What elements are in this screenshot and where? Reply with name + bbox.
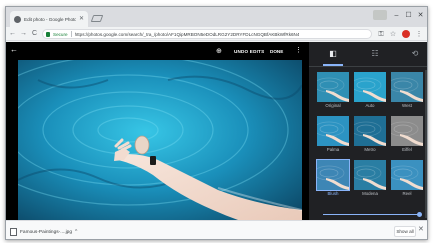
editor-back-icon[interactable]: ← [10,46,18,54]
download-file-name: Famous-Paintings-....jpg [20,229,72,235]
maximize-button[interactable]: ☐ [403,10,414,21]
extension-icon[interactable] [402,30,410,38]
filter-thumbnail [391,116,423,146]
filter-thumbnail [316,159,350,191]
url-text[interactable]: https://photos.google.com/search/_tra_/p… [75,32,300,37]
key-icon[interactable]: ⚿ [376,29,386,39]
profile-button[interactable] [373,10,387,20]
tab-close-icon[interactable]: ✕ [79,16,84,22]
filter-label: Metro [364,147,376,152]
browser-menu-icon[interactable]: ⋮ [414,29,424,39]
filter-label: Eiffel [402,147,412,152]
browser-window: Edit photo - Google Photos ✕ – ☐ ✕ ← → C… [5,6,428,240]
done-button[interactable]: DONE [270,49,283,54]
browser-tab[interactable]: Edit photo - Google Photos ✕ [10,11,88,27]
bookmark-star-icon[interactable]: ☆ [388,29,398,39]
download-item[interactable]: Famous-Paintings-....jpg ^ [10,226,90,238]
filter-tile-metro[interactable]: Metro [354,116,386,153]
tab-color-filters[interactable]: ◧ [327,48,339,60]
browser-toolbar: ← → C Secure https://photos.google.com/s… [6,27,427,41]
close-shelf-icon[interactable]: ✕ [418,226,424,233]
intensity-slider-fill [323,214,419,215]
download-menu-icon[interactable]: ^ [75,229,77,235]
filter-tile-blush[interactable]: Blush [316,159,350,197]
photos-favicon-icon [14,15,21,23]
filter-tile-eiffel[interactable]: Eiffel [391,116,423,153]
panel-scrollbar[interactable] [425,70,427,218]
tab-adjustments[interactable]: ☷ [369,48,381,60]
image-file-icon [10,228,17,236]
panel-tabs: ◧ ☷ ⟲ [309,42,427,67]
filter-thumbnail [391,72,423,102]
filter-tile-original[interactable]: Original [317,72,349,109]
photo-preview [18,60,302,220]
lock-icon [46,31,50,37]
filter-label: Reel [402,191,412,196]
edit-panel: ◧ ☷ ⟲ Original Auto West Palma Metro Eiffel Bl… [309,42,427,220]
filter-thumbnail [354,72,386,102]
filter-thumbnail [391,160,423,190]
filter-label: Original [325,103,341,108]
new-tab-button[interactable] [90,15,104,22]
active-tab-indicator [323,64,343,66]
filter-tile-west[interactable]: West [391,72,423,109]
filter-label: Blush [327,191,339,196]
filter-tile-palma[interactable]: Palma [317,116,349,153]
filter-tile-auto[interactable]: Auto [354,72,386,109]
forward-button[interactable]: → [19,29,28,39]
filter-label: West [402,103,412,108]
filter-tile-reel[interactable]: Reel [391,160,423,197]
zoom-icon[interactable]: ⊕ [216,48,222,55]
title-bar: Edit photo - Google Photos ✕ – ☐ ✕ [6,7,427,27]
back-button[interactable]: ← [8,29,17,39]
filter-thumbnail [354,116,386,146]
filter-tile-modena[interactable]: Modena [354,160,386,197]
intensity-slider[interactable] [323,212,422,217]
secure-label: Secure [53,31,68,37]
intensity-slider-thumb[interactable] [416,212,422,217]
address-separator [70,31,72,37]
reload-button[interactable]: C [30,29,39,39]
photo-editor: ← ⊕ UNDO EDITS DONE ⋮ ◧ ☷ ⟲ Original Aut… [6,42,427,220]
address-bar[interactable]: Secure https://photos.google.com/search/… [42,29,372,39]
filter-thumbnail [317,72,349,102]
close-window-button[interactable]: ✕ [415,10,426,21]
minimize-button[interactable]: – [391,10,402,21]
show-all-button[interactable]: Show all [394,226,416,237]
filter-label: Modena [362,191,378,196]
tab-title: Edit photo - Google Photos [24,16,76,22]
filter-label: Palma [326,147,340,152]
filter-thumbnail [317,116,349,146]
filter-label: Auto [365,103,375,108]
photo-stage: ← ⊕ UNDO EDITS DONE ⋮ [6,42,309,220]
filter-thumbnail [354,160,386,190]
download-shelf: Famous-Paintings-....jpg ^ Show all ✕ [6,220,427,239]
more-options-icon[interactable]: ⋮ [295,47,302,54]
undo-edits-button[interactable]: UNDO EDITS [234,49,264,54]
tab-crop-rotate[interactable]: ⟲ [409,48,421,60]
